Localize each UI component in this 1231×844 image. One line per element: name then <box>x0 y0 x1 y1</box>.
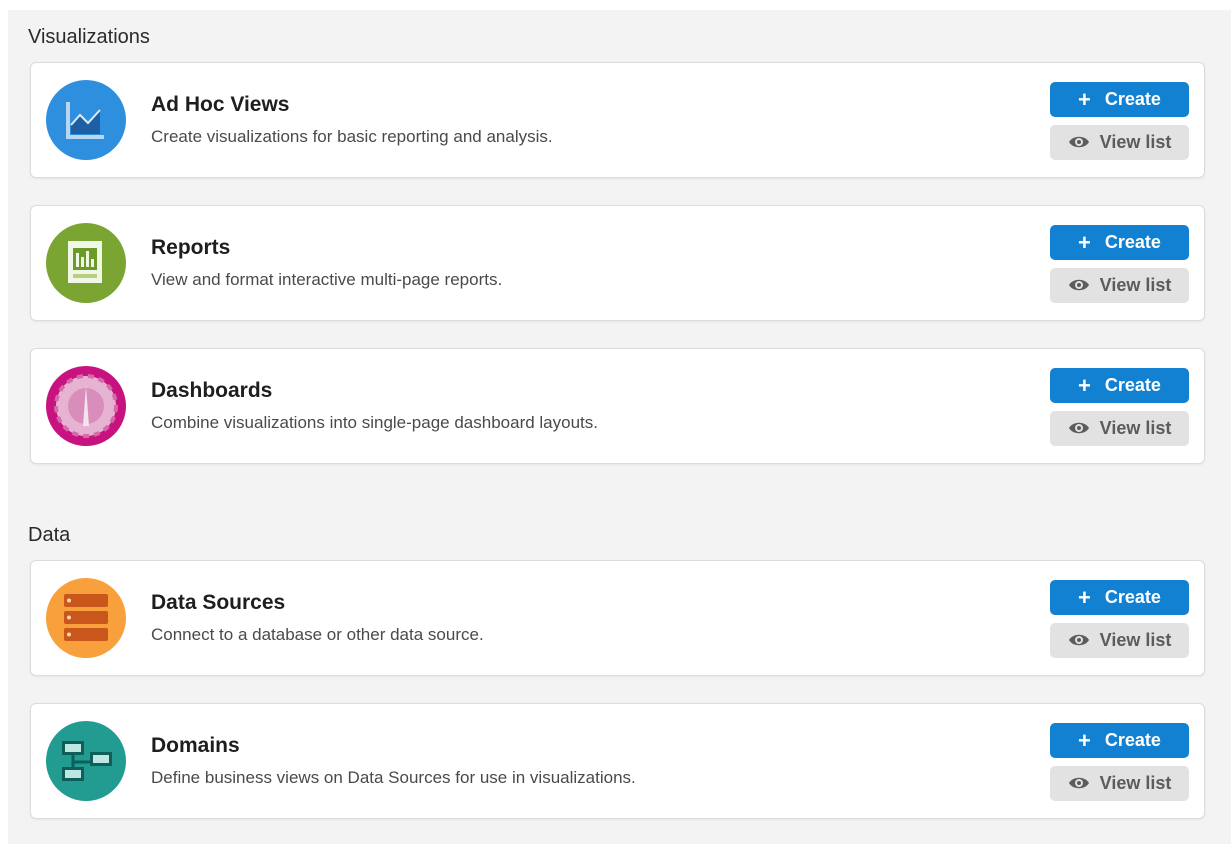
card-domains: Domains Define business views on Data So… <box>30 703 1205 819</box>
create-report-button[interactable]: + Create <box>1050 225 1189 260</box>
create-label: Create <box>1104 730 1161 750</box>
create-dashboard-button[interactable]: + Create <box>1050 368 1189 403</box>
eye-icon <box>1068 773 1090 795</box>
eye-icon <box>1068 132 1090 154</box>
plus-icon: + <box>1078 584 1091 610</box>
view-list-domains-button[interactable]: View list <box>1050 766 1189 801</box>
view-list-data-sources-button[interactable]: View list <box>1050 623 1189 658</box>
view-list-reports-button[interactable]: View list <box>1050 268 1189 303</box>
card-description: Define business views on Data Sources fo… <box>151 768 636 787</box>
create-domain-button[interactable]: + Create <box>1050 723 1189 758</box>
eye-icon <box>1068 630 1090 652</box>
plus-icon: + <box>1078 727 1091 753</box>
section-title-data: Data <box>28 524 71 546</box>
card-title: Ad Hoc Views <box>151 93 290 116</box>
card-title: Dashboards <box>151 379 273 402</box>
plus-icon: + <box>1078 86 1091 112</box>
view-list-ad-hoc-views-button[interactable]: View list <box>1050 125 1189 160</box>
section-title-visualizations: Visualizations <box>28 26 150 48</box>
view-list-label: View list <box>1099 132 1172 152</box>
card-title: Reports <box>151 236 231 259</box>
plus-icon: + <box>1078 229 1091 255</box>
create-label: Create <box>1104 375 1161 395</box>
card-description: Connect to a database or other data sour… <box>151 625 484 644</box>
page-canvas: Visualizations Ad Hoc Views Create visua… <box>8 10 1231 844</box>
create-label: Create <box>1104 232 1161 252</box>
plus-icon: + <box>1078 372 1091 398</box>
card-dashboards: Dashboards Combine visualizations into s… <box>30 348 1205 464</box>
chart-icon <box>46 80 126 160</box>
card-ad-hoc-views: Ad Hoc Views Create visualizations for b… <box>30 62 1205 178</box>
card-description: Create visualizations for basic reportin… <box>151 127 553 146</box>
create-label: Create <box>1104 89 1161 109</box>
view-list-dashboards-button[interactable]: View list <box>1050 411 1189 446</box>
card-title: Domains <box>151 734 240 757</box>
database-icon <box>46 578 126 658</box>
card-description: View and format interactive multi-page r… <box>151 270 503 289</box>
create-ad-hoc-view-button[interactable]: + Create <box>1050 82 1189 117</box>
create-label: Create <box>1104 587 1161 607</box>
create-data-source-button[interactable]: + Create <box>1050 580 1189 615</box>
card-reports: Reports View and format interactive mult… <box>30 205 1205 321</box>
view-list-label: View list <box>1099 630 1172 650</box>
gauge-icon <box>46 366 126 446</box>
view-list-label: View list <box>1099 275 1172 295</box>
eye-icon <box>1068 418 1090 440</box>
view-list-label: View list <box>1099 773 1172 793</box>
eye-icon <box>1068 275 1090 297</box>
card-title: Data Sources <box>151 591 286 614</box>
domain-icon <box>46 721 126 801</box>
report-icon <box>46 223 126 303</box>
view-list-label: View list <box>1099 418 1172 438</box>
card-data-sources: Data Sources Connect to a database or ot… <box>30 560 1205 676</box>
card-description: Combine visualizations into single-page … <box>151 413 598 432</box>
